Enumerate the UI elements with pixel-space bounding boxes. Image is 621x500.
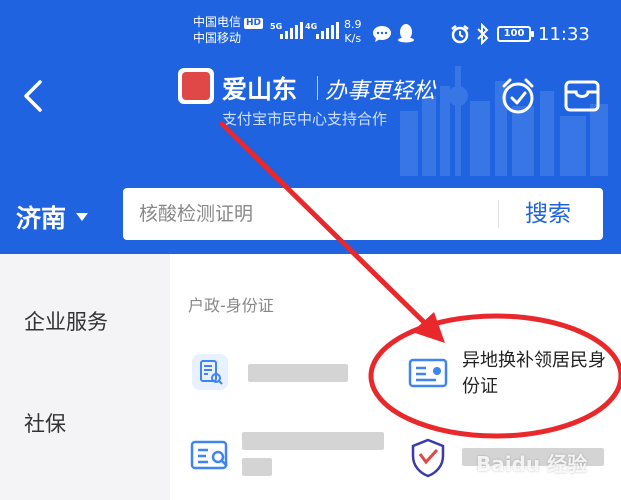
city-selector[interactable]: 济南 (16, 202, 89, 233)
brand-name: 爱山东 (222, 75, 298, 104)
brand-slogan: 办事更轻松 (325, 79, 436, 104)
caret-down-icon (76, 213, 89, 221)
bluetooth-icon (477, 23, 489, 45)
id-card-search-icon (190, 440, 228, 470)
carrier-1-label: 中国电信 (193, 15, 242, 29)
category-sidebar: 企业服务 社保 (0, 254, 170, 500)
search-bar: 搜索 (123, 188, 603, 240)
document-search-icon (192, 354, 228, 390)
brand-divider (317, 76, 318, 100)
battery-indicator: 100 (497, 26, 534, 42)
carrier-info: 中国电信 HD 中国移动 (193, 14, 264, 46)
partner-text: 支付宝市民中心支持合作 (222, 110, 388, 128)
section-title: 户政-身份证 (188, 296, 274, 315)
message-icon (373, 26, 391, 42)
network-speed: 8.9 K/s (344, 18, 362, 46)
service-item[interactable] (188, 428, 388, 482)
alarm-icon (451, 25, 469, 44)
carrier-2-label: 中国移动 (193, 31, 242, 45)
search-input[interactable] (139, 198, 489, 230)
clock: 11:33 (538, 24, 590, 45)
service-label: 异地换补领居民身份证 (462, 350, 606, 397)
id-card-icon (408, 358, 448, 388)
redacted-label (242, 432, 384, 450)
city-label: 济南 (16, 204, 67, 233)
qq-icon (398, 24, 414, 43)
status-bar: 中国电信 HD 中国移动 5G 4G 8.9 K/s 100 11:33 (0, 0, 621, 56)
network-speed-value: 8.9 (344, 18, 362, 31)
police-shield-icon (411, 438, 445, 478)
card-holder-icon[interactable] (562, 76, 602, 116)
network-speed-unit: K/s (344, 32, 362, 45)
signal-strength-1-icon (280, 22, 303, 39)
back-button[interactable] (14, 74, 54, 118)
sidebar-item-enterprise[interactable]: 企业服务 (24, 306, 108, 336)
hd-badge: HD (244, 18, 264, 29)
search-divider (498, 200, 499, 228)
app-logo-icon (178, 68, 214, 104)
sidebar-item-social-security[interactable]: 社保 (24, 408, 66, 438)
service-item-id-card-reissue[interactable]: 异地换补领居民身份证 (404, 344, 614, 404)
watermark: Baidu 经验 (476, 452, 588, 476)
redacted-label (248, 364, 348, 382)
signal-strength-2-icon (316, 22, 339, 39)
redacted-label (242, 458, 272, 476)
app-header: 爱山东 办事更轻松 支付宝市民中心支持合作 济南 搜索 (0, 56, 621, 254)
search-button[interactable]: 搜索 (525, 198, 571, 230)
service-item[interactable] (188, 350, 358, 394)
stopwatch-check-icon[interactable] (498, 74, 538, 118)
